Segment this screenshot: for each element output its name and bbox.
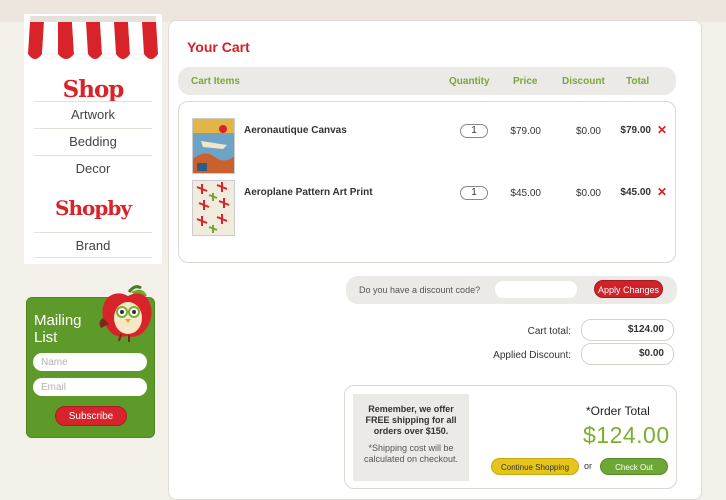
mailing-list-panel: Mailing List Subscribe xyxy=(26,285,155,438)
shipping-note: Remember, we offer FREE shipping for all… xyxy=(353,394,469,481)
column-quantity: Quantity xyxy=(449,76,490,87)
item-price: $45.00 xyxy=(510,188,541,199)
applied-discount-label: Applied Discount: xyxy=(493,350,571,361)
order-total-label: *Order Total xyxy=(586,404,650,418)
page-title: Your Cart xyxy=(187,39,250,55)
free-shipping-message: Remember, we offer FREE shipping for all… xyxy=(365,404,457,436)
striped-awning-icon xyxy=(28,16,158,60)
aeronautique-canvas-thumbnail[interactable] xyxy=(192,118,235,174)
sidebar-item-decor[interactable]: Decor xyxy=(34,155,152,181)
item-name[interactable]: Aeronautique Canvas xyxy=(244,125,347,136)
continue-shopping-button[interactable]: Continue Shopping xyxy=(491,458,579,475)
column-cart-items: Cart Items xyxy=(191,76,240,87)
cart-total-value: $124.00 xyxy=(581,319,674,341)
cart-row: Aeroplane Pattern Art Print 1 $45.00 $0.… xyxy=(179,180,677,240)
cart-items-list: Aeronautique Canvas 1 $79.00 $0.00 $79.0… xyxy=(178,101,676,263)
sidebar: Shop Artwork Bedding Decor Shopby Brand xyxy=(24,14,162,264)
remove-item-close-icon[interactable]: ✕ xyxy=(657,185,667,199)
subscribe-button[interactable]: Subscribe xyxy=(55,406,127,426)
column-discount: Discount xyxy=(562,76,605,87)
item-discount: $0.00 xyxy=(575,188,601,199)
apply-changes-button[interactable]: Apply Changes xyxy=(594,280,663,298)
applied-discount-value: $0.00 xyxy=(581,343,674,365)
shop-title: Shop xyxy=(62,76,125,103)
column-total: Total xyxy=(626,76,650,87)
order-total-panel: Remember, we offer FREE shipping for all… xyxy=(344,385,677,489)
shopby-title: Shopby xyxy=(55,196,132,220)
sidebar-item-brand[interactable]: Brand xyxy=(34,232,152,258)
quantity-field[interactable]: 1 xyxy=(460,186,488,200)
item-name[interactable]: Aeroplane Pattern Art Print xyxy=(244,187,373,198)
item-total: $45.00 xyxy=(620,187,651,198)
remove-item-close-icon[interactable]: ✕ xyxy=(657,123,667,137)
sidebar-item-bedding[interactable]: Bedding xyxy=(34,128,152,154)
apple-owl-icon xyxy=(99,285,152,342)
cart-panel: Your Cart Cart Items Quantity Price Disc… xyxy=(168,20,702,500)
item-discount: $0.00 xyxy=(575,126,601,137)
cart-total-label: Cart total: xyxy=(527,326,571,337)
discount-code-bar: Do you have a discount code? Apply Chang… xyxy=(346,276,677,304)
discount-code-prompt: Do you have a discount code? xyxy=(359,285,481,295)
item-price: $79.00 xyxy=(510,126,541,137)
cart-row: Aeronautique Canvas 1 $79.00 $0.00 $79.0… xyxy=(179,118,677,178)
quantity-field[interactable]: 1 xyxy=(460,124,488,138)
sidebar-item-artwork[interactable]: Artwork xyxy=(34,101,152,127)
aeroplane-print-thumbnail[interactable] xyxy=(192,180,235,236)
column-price: Price xyxy=(513,76,538,87)
shipping-cost-note: *Shipping cost will be calculated on che… xyxy=(363,443,459,464)
mailing-list-title: Mailing List xyxy=(34,312,82,346)
discount-code-input[interactable] xyxy=(495,281,577,298)
or-separator: or xyxy=(584,461,593,471)
email-field[interactable] xyxy=(33,378,147,396)
cart-column-header: Cart Items Quantity Price Discount Total xyxy=(178,67,676,95)
order-total-amount: $124.00 xyxy=(583,422,670,448)
item-total: $79.00 xyxy=(620,125,651,136)
name-field[interactable] xyxy=(33,353,147,371)
check-out-button[interactable]: Check Out xyxy=(600,458,668,475)
